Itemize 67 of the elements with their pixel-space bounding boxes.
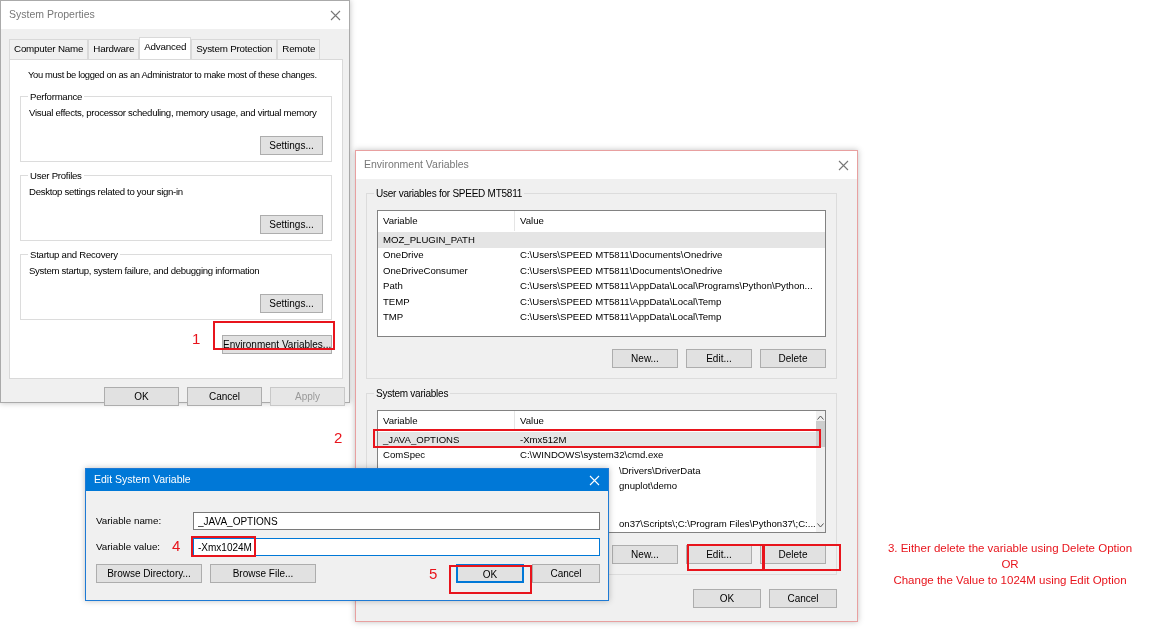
table-cell-text: OneDriveConsumer: [382, 263, 469, 278]
scroll-thumb[interactable]: [815, 421, 825, 447]
window-title: Edit System Variable: [94, 472, 191, 488]
dialog-button[interactable]: Cancel: [187, 386, 262, 406]
instruction-text: OR: [1000, 557, 1020, 572]
scrollbar[interactable]: [815, 411, 825, 532]
step-number: 4: [172, 538, 181, 553]
tab[interactable]: Advanced: [139, 37, 192, 59]
table-cell-text: ComSpec: [382, 448, 427, 463]
group-title: System variables: [374, 386, 451, 401]
dialog-button[interactable]: Browse File...: [210, 564, 316, 583]
dialog-button[interactable]: Cancel: [769, 589, 837, 608]
instruction-text: 3. Either delete the variable using Delete Option: [886, 541, 1134, 556]
group-description: Desktop settings related to your sign-in: [29, 184, 184, 199]
step-number: 1: [192, 331, 201, 346]
table-cell: C:\Users\SPEED MT5811\AppData\Local\Programs\Python\Python...: [520, 280, 813, 292]
column-header[interactable]: Variable: [378, 211, 515, 231]
tab[interactable]: System Protection: [191, 39, 278, 59]
input-field[interactable]: _JAVA_OPTIONS: [193, 512, 600, 530]
scroll-up-icon[interactable]: [816, 415, 824, 420]
field-label: Variable value:: [96, 541, 161, 553]
close-button[interactable]: [838, 159, 849, 171]
dialog-button[interactable]: Delete: [760, 349, 826, 368]
table-cell: C:\Users\SPEED MT5811\Documents\Onedrive: [520, 264, 723, 276]
dialog-button[interactable]: OK: [104, 386, 179, 406]
column-header[interactable]: Value: [515, 213, 825, 229]
dialog-button[interactable]: New...: [612, 349, 678, 368]
table-cell-text: \Drivers\DriverData: [618, 464, 701, 476]
dialog-button[interactable]: OK: [693, 589, 761, 608]
table-cell-text: gnuplot\demo: [618, 480, 678, 492]
group-description: System startup, system failure, and debugging information: [29, 263, 261, 278]
highlight-frame: [191, 536, 256, 557]
group-description: Visual effects, processor scheduling, memory usage, and virtual memory: [29, 105, 318, 120]
table-cell-text: MOZ_PLUGIN_PATH: [382, 232, 476, 247]
tab[interactable]: Remote: [277, 39, 321, 59]
settings-button[interactable]: Settings...: [260, 293, 323, 313]
input-field[interactable]: -Xmx1024M: [193, 538, 600, 556]
dialog-button[interactable]: Cancel: [532, 564, 600, 583]
table-cell-text: on37\Scripts\;C:\Program Files\Python37\;C:...: [618, 518, 816, 530]
table-cell-text: TEMP: [382, 294, 411, 309]
step-number: 2: [334, 430, 343, 445]
dialog-button[interactable]: Edit...: [686, 349, 752, 368]
tab[interactable]: Hardware: [88, 39, 140, 59]
column-header[interactable]: Variable: [378, 411, 515, 431]
scroll-down-icon[interactable]: [816, 523, 824, 528]
table-cell: C:\Users\SPEED MT5811\Documents\Onedrive: [520, 249, 723, 261]
dialog-button[interactable]: New...: [612, 545, 678, 564]
admin-note: You must be logged on as an Administrator to make most of these changes.: [27, 67, 318, 82]
table-cell: C:\WINDOWS\system32\cmd.exe: [520, 449, 664, 461]
table-cell: -Xmx512M: [520, 433, 567, 445]
table-cell-text: Path: [382, 279, 404, 294]
settings-button[interactable]: Settings...: [260, 214, 323, 234]
table-cell-text: OneDrive: [382, 248, 425, 263]
table-cell-text: TMP: [382, 310, 405, 325]
table-cell: C:\Users\SPEED MT5811\AppData\Local\Temp: [520, 295, 722, 307]
dialog-button[interactable]: Browse Directory...: [96, 564, 202, 583]
table-cell-text: _JAVA_OPTIONS: [382, 432, 461, 447]
window-title: System Properties: [9, 7, 95, 23]
tab[interactable]: Computer Name: [9, 39, 89, 59]
window-title: Environment Variables: [364, 157, 469, 173]
settings-button[interactable]: Settings...: [260, 135, 323, 155]
column-header[interactable]: Value: [515, 413, 816, 429]
field-label: Variable name:: [96, 515, 162, 527]
close-button[interactable]: [330, 9, 341, 21]
instruction-text: Change the Value to 1024M using Edit Option: [892, 573, 1128, 588]
table-cell: C:\Users\SPEED MT5811\AppData\Local\Temp: [520, 311, 722, 323]
step-number: 5: [429, 566, 438, 581]
